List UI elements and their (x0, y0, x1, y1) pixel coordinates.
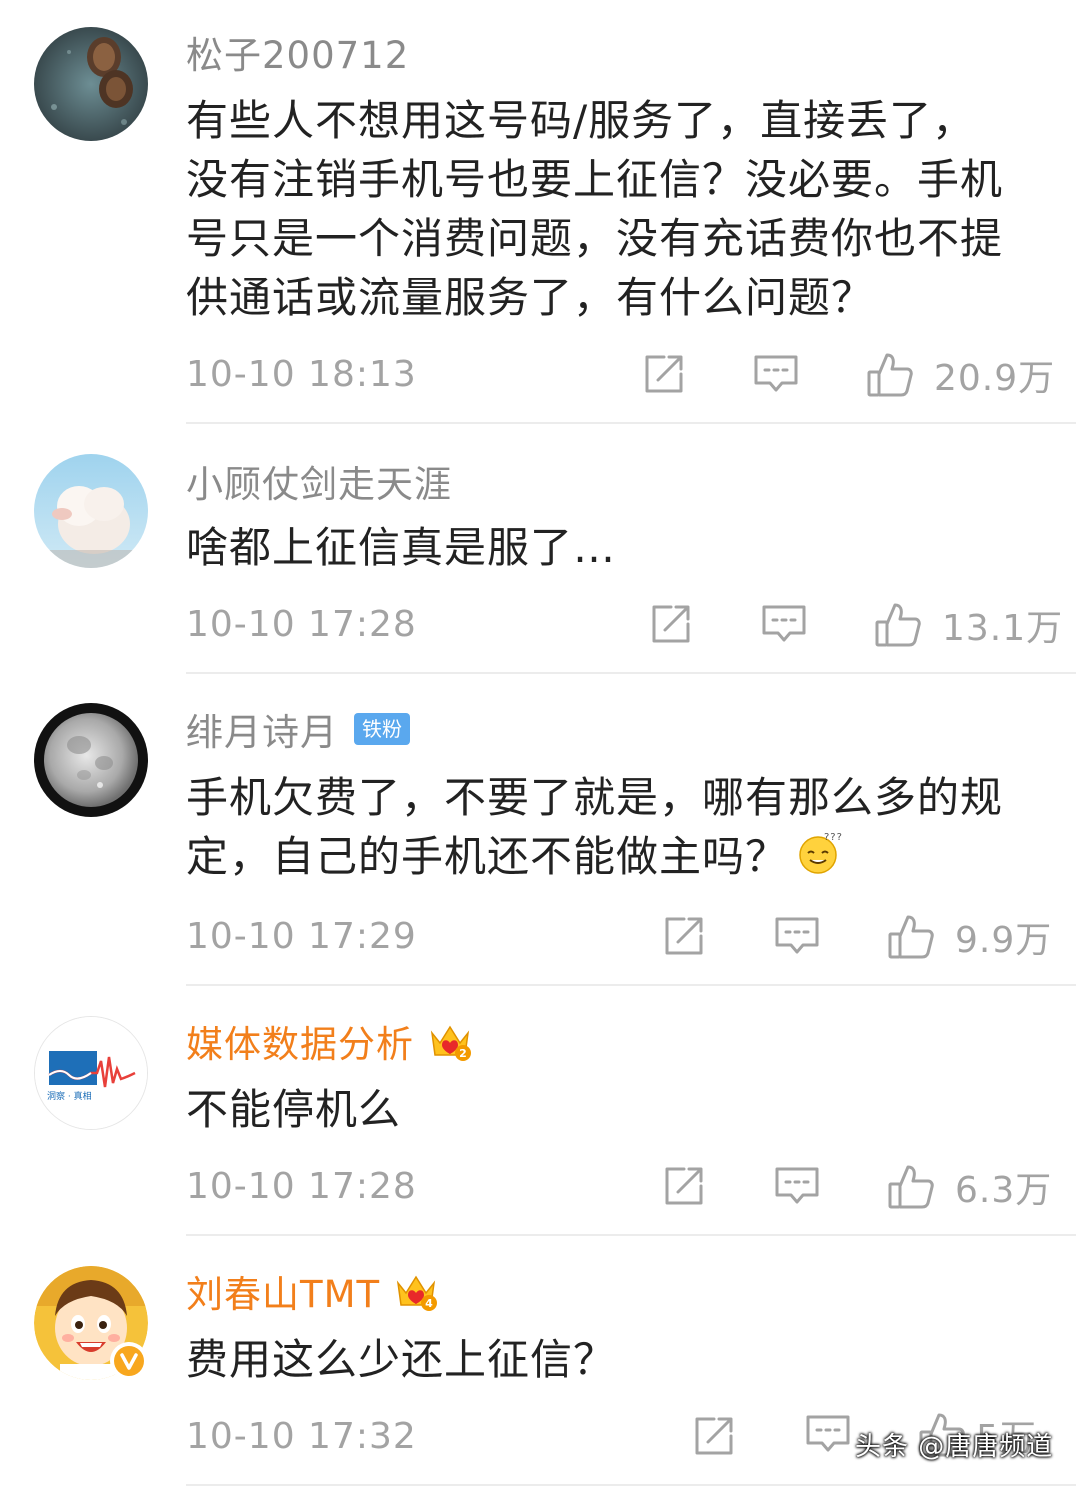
avatar[interactable] (34, 703, 148, 817)
comment-text-line: 费用这么少还上征信？ (186, 1335, 617, 1384)
avatar[interactable] (34, 454, 148, 568)
avatar[interactable] (34, 27, 148, 141)
share-icon[interactable] (640, 350, 688, 398)
crown-level: 4 (425, 1297, 433, 1310)
timestamp: 10-10 17:32 (186, 1416, 417, 1457)
avatar[interactable] (34, 1266, 148, 1380)
username[interactable]: 松子200712 (186, 25, 409, 79)
comment-icon[interactable] (773, 912, 821, 960)
comment-text-line: 有些人不想用这号码/服务了，直接丢了， (186, 96, 976, 145)
comment-icon[interactable] (752, 350, 800, 398)
timestamp: 10-10 17:28 (186, 1166, 417, 1207)
username-row: 刘春山TMT 4 (186, 1266, 438, 1316)
verified-v-icon (110, 1342, 148, 1380)
timestamp: 10-10 18:13 (186, 354, 417, 395)
divider (186, 984, 1076, 986)
share-icon[interactable] (690, 1412, 738, 1460)
comment-text-line: 啥都上征信真是服了… (186, 523, 617, 572)
comment-icon[interactable] (773, 1162, 821, 1210)
comment-icon[interactable] (804, 1410, 852, 1458)
username-row: 松子200712 (186, 27, 409, 77)
comment-text-line: 手机欠费了，不要了就是，哪有那么多的规 (186, 773, 1004, 822)
timestamp: 10-10 17:28 (186, 604, 417, 645)
crown-icon: 4 (394, 1269, 438, 1313)
comment-text: 费用这么少还上征信？ (186, 1330, 1046, 1389)
comment-text: 有些人不想用这号码/服务了，直接丢了， 没有注销手机号也要上征信？没必要。手机 … (186, 91, 1046, 327)
divider (186, 422, 1076, 424)
watermark: 头条 @唐唐频道 (855, 1432, 1054, 1462)
comment-text: 啥都上征信真是服了… (186, 518, 1046, 577)
divider (186, 1234, 1076, 1236)
username-row: 绯月诗月 铁粉 (186, 704, 410, 754)
comment-icon[interactable] (760, 600, 808, 648)
comment-text-segment: 定，自己的手机还不能做主吗？ (186, 832, 789, 881)
thumbs-up-icon (888, 1165, 934, 1209)
comment-text-line: 定，自己的手机还不能做主吗？ ??? (186, 827, 1046, 890)
username[interactable]: 媒体数据分析 (186, 1014, 414, 1068)
username-row: 小顾仗剑走天涯 (186, 456, 452, 506)
share-icon[interactable] (660, 1162, 708, 1210)
share-icon[interactable] (647, 600, 695, 648)
comment-text-line: 没有注销手机号也要上征信？没必要。手机 (186, 155, 1004, 204)
comment-text-line: 不能停机么 (186, 1085, 402, 1134)
share-icon[interactable] (660, 912, 708, 960)
fan-badge: 铁粉 (354, 713, 410, 745)
comment-text-line: 供通话或流量服务了，有什么问题？ (186, 273, 875, 322)
thumbs-up-icon (888, 915, 934, 959)
comment-text: 手机欠费了，不要了就是，哪有那么多的规 定，自己的手机还不能做主吗？ ??? (186, 768, 1046, 890)
confused-smile-emoji: ??? (796, 829, 842, 890)
comment-text-line: 号只是一个消费问题，没有充话费你也不提 (186, 214, 1004, 263)
crown-icon: 2 (428, 1019, 472, 1063)
like-count: 13.1万 (942, 608, 1064, 649)
avatar-logo-text: 洞察 · 真相 (47, 1090, 92, 1102)
timestamp: 10-10 17:29 (186, 916, 417, 957)
like-button[interactable]: 9.9万 (887, 911, 1052, 963)
like-count: 9.9万 (955, 920, 1053, 961)
like-count: 20.9万 (934, 358, 1056, 399)
username[interactable]: 刘春山TMT (186, 1264, 380, 1318)
like-button[interactable]: 6.3万 (887, 1161, 1052, 1213)
thumbs-up-icon (867, 353, 913, 397)
comment-text: 不能停机么 (186, 1080, 1046, 1139)
username[interactable]: 小顾仗剑走天涯 (186, 454, 452, 508)
crown-level: 2 (459, 1047, 467, 1060)
svg-text:???: ??? (824, 832, 842, 843)
divider (186, 1484, 1076, 1486)
like-button[interactable]: 20.9万 (866, 349, 1055, 401)
thumbs-up-icon (875, 603, 921, 647)
like-button[interactable]: 13.1万 (874, 599, 1063, 651)
username[interactable]: 绯月诗月 (186, 702, 338, 756)
avatar[interactable]: 洞察 · 真相 (34, 1016, 148, 1130)
divider (186, 672, 1076, 674)
like-count: 6.3万 (955, 1170, 1053, 1211)
username-row: 媒体数据分析 2 (186, 1016, 472, 1066)
